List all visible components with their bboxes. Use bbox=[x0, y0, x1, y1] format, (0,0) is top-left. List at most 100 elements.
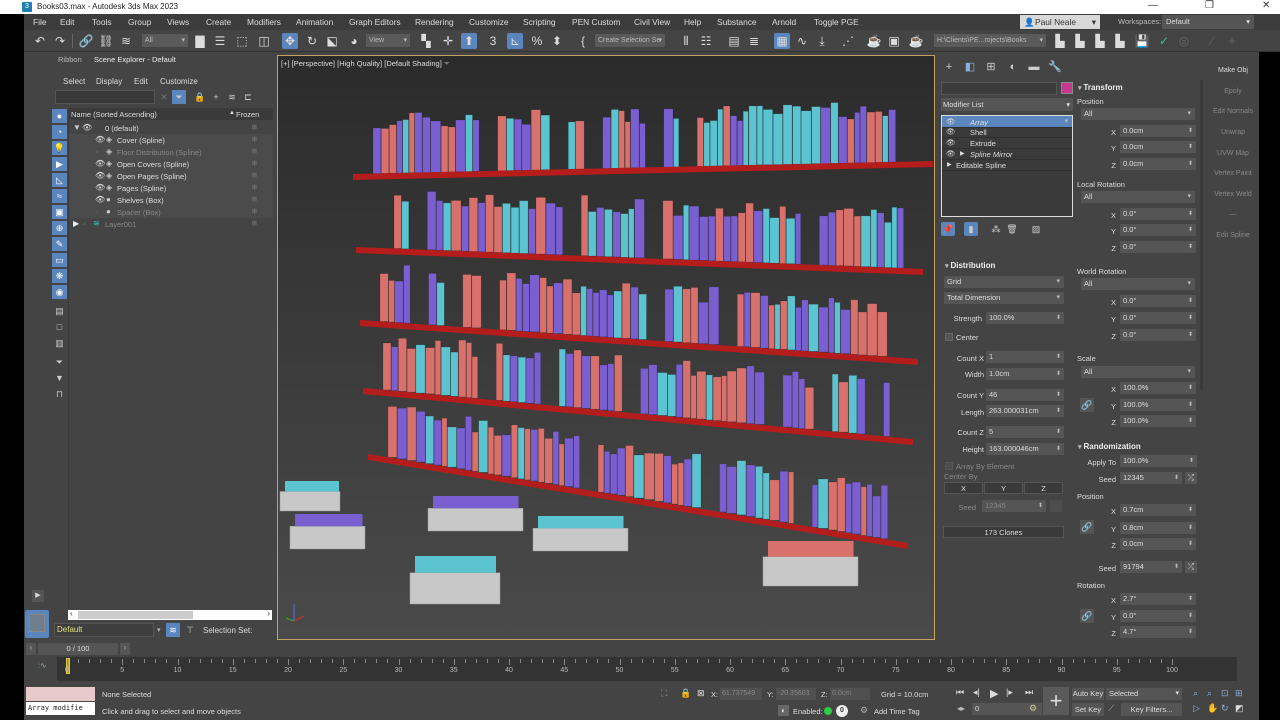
go-to-start-icon[interactable]: ⏮ bbox=[956, 687, 964, 698]
create-tab-icon[interactable]: + bbox=[941, 59, 957, 75]
autobackup-icon[interactable]: 💾 bbox=[1134, 33, 1150, 49]
menu-edit-se[interactable]: Edit bbox=[134, 77, 148, 86]
object-name-field[interactable] bbox=[941, 82, 1057, 95]
width-spinner[interactable]: 1.0cm bbox=[986, 368, 1064, 380]
layers-toggle-icon[interactable]: ≋ bbox=[166, 623, 180, 637]
particles-filter-icon[interactable]: ❋ bbox=[52, 269, 67, 283]
position-mode-dropdown[interactable]: All bbox=[1081, 108, 1195, 120]
transform-rollout-title[interactable]: Transform bbox=[1078, 83, 1122, 92]
menu-modifiers[interactable]: Modifiers bbox=[247, 17, 281, 27]
display-children-icon[interactable]: ▥ bbox=[52, 336, 67, 350]
set-keys-button[interactable]: + bbox=[1043, 687, 1069, 715]
position-x-spinner[interactable]: 0.0cm bbox=[1120, 125, 1196, 137]
scroll-right-icon[interactable]: › bbox=[267, 609, 270, 618]
hidden-eye-icon[interactable]: ● bbox=[95, 147, 100, 156]
dope-sheet-icon[interactable]: ⤓ bbox=[814, 33, 830, 49]
freeze-icon[interactable]: ❄ bbox=[251, 183, 258, 192]
visibility-eye-icon[interactable]: 👁 bbox=[95, 183, 105, 192]
random-position-y-spinner[interactable]: 0.8cm bbox=[1120, 522, 1196, 534]
perspective-viewport[interactable]: [+] [Perspective] [High Quality] [Defaul… bbox=[277, 55, 935, 640]
minimize-button[interactable]: — bbox=[1148, 0, 1158, 11]
layers-icon[interactable]: ≋ bbox=[225, 90, 239, 104]
project-open-icon[interactable]: ▙ bbox=[1072, 33, 1088, 49]
set-key-mode-button[interactable]: Set Key bbox=[1072, 703, 1104, 716]
stack-item-spline-mirror[interactable]: 👁 ▶ Spline Mirror bbox=[942, 149, 1072, 160]
strength-spinner[interactable]: 100.0% bbox=[986, 312, 1064, 324]
configure-modifier-sets-icon[interactable]: ▨ bbox=[1029, 222, 1043, 236]
expand-panel-button[interactable]: ▶ bbox=[32, 590, 44, 602]
selection-lock-icon[interactable]: ✛ bbox=[440, 33, 456, 49]
length-spinner[interactable]: 263.000031cm bbox=[986, 405, 1064, 417]
expand-arrow-icon[interactable]: ▶ bbox=[947, 161, 952, 168]
add-time-tag-button[interactable]: Add Time Tag bbox=[874, 707, 920, 716]
center-by-z-button[interactable]: Z bbox=[1024, 482, 1063, 494]
containers-filter-icon[interactable]: ▭ bbox=[52, 253, 67, 267]
scale-y-spinner[interactable]: 100.0% bbox=[1120, 399, 1196, 411]
schematic-view-icon[interactable]: ⋰ bbox=[840, 33, 856, 49]
horizontal-scrollbar[interactable]: ‹ › bbox=[68, 609, 272, 620]
placement-icon[interactable]: ◕ bbox=[346, 33, 362, 49]
project-structure-icon[interactable]: ▙ bbox=[1112, 33, 1128, 49]
array-by-element-checkbox[interactable] bbox=[945, 462, 953, 470]
bind-space-warp-icon[interactable]: ≋ bbox=[118, 33, 134, 49]
cameras-filter-icon[interactable]: ▶ bbox=[52, 157, 67, 171]
angle-snap-icon[interactable]: ⊾ bbox=[507, 33, 523, 49]
show-end-result-icon[interactable]: ▮ bbox=[964, 222, 978, 236]
layer-explorer-icon[interactable]: ≣ bbox=[746, 33, 762, 49]
field-of-view-icon[interactable]: ▷ bbox=[1193, 703, 1200, 714]
remove-modifier-icon[interactable]: 🗑 bbox=[1005, 222, 1019, 236]
stack-item-shell[interactable]: 👁 Shell bbox=[942, 127, 1072, 138]
menu-civil-view[interactable]: Civil View bbox=[634, 17, 670, 27]
menu-toggle-pge[interactable]: Toggle PGE bbox=[814, 17, 859, 27]
hidden-eye-icon[interactable]: ● bbox=[95, 207, 100, 216]
randomize-position-seed-icon[interactable]: ⤮ bbox=[1185, 561, 1197, 573]
local-rotation-y-spinner[interactable]: 0.0° bbox=[1120, 224, 1196, 236]
select-scale-icon[interactable]: ⬕ bbox=[324, 33, 340, 49]
tree-row[interactable]: ● ● Spacer (Box) ❄ bbox=[69, 206, 273, 218]
pivot-center-icon[interactable]: ▚ bbox=[418, 33, 434, 49]
rendered-frame-window-icon[interactable]: ▣ bbox=[886, 33, 902, 49]
eye-icon[interactable]: 👁 bbox=[946, 149, 956, 158]
visibility-eye-icon[interactable]: 👁 bbox=[95, 195, 105, 204]
scale-mode-dropdown[interactable]: All bbox=[1081, 366, 1195, 378]
quick-vertex-paint[interactable]: Vertex Paint bbox=[1207, 170, 1259, 177]
visibility-eye-icon[interactable]: 👁 bbox=[95, 171, 105, 180]
close-button[interactable]: ✕ bbox=[1262, 0, 1270, 11]
add-icon[interactable]: + bbox=[1224, 33, 1240, 49]
hierarchy-icon[interactable]: ⊏ bbox=[241, 90, 255, 104]
isolate-selection-icon[interactable]: ⛶ bbox=[661, 688, 667, 699]
scroll-left-icon[interactable]: ‹ bbox=[70, 609, 73, 618]
mini-curve-editor-icon[interactable]: ⫶∿ bbox=[38, 661, 47, 671]
invert-display-icon[interactable]: □ bbox=[52, 320, 67, 334]
stack-item-editable-spline[interactable]: ▶ Editable Spline bbox=[942, 160, 1072, 171]
menu-graph-editors[interactable]: Graph Editors bbox=[349, 17, 401, 27]
tree-row[interactable]: 👁 ◈ Open Pages (Spline) ❄ bbox=[69, 170, 273, 182]
expand-arrow-icon[interactable]: ▶ bbox=[960, 150, 965, 157]
unlink-icon[interactable]: ⛓ bbox=[98, 33, 114, 49]
menu-customize-se[interactable]: Customize bbox=[160, 77, 198, 86]
expand-arrow-icon[interactable]: ▶ bbox=[73, 219, 79, 228]
random-position-z-spinner[interactable]: 0.0cm bbox=[1120, 538, 1196, 550]
zoom-extents-icon[interactable]: ⊡ bbox=[1221, 688, 1229, 699]
eye-icon[interactable]: 👁 bbox=[946, 127, 956, 136]
xrefs-filter-icon[interactable]: ⊕ bbox=[52, 221, 67, 235]
dist-seed-spinner[interactable]: 12345 bbox=[982, 500, 1046, 512]
spinner-snap-icon[interactable]: ⬍ bbox=[549, 33, 565, 49]
menu-rendering[interactable]: Rendering bbox=[415, 17, 454, 27]
tab-scene-explorer[interactable]: Scene Explorer - Default bbox=[94, 55, 176, 64]
time-slider[interactable]: 0 / 100 bbox=[38, 643, 118, 655]
display-none-icon[interactable]: ▤ bbox=[52, 304, 67, 318]
lights-filter-icon[interactable]: 💡 bbox=[52, 141, 67, 155]
groups-filter-icon[interactable]: ▣ bbox=[52, 205, 67, 219]
local-rotation-z-spinner[interactable]: 0.0° bbox=[1120, 241, 1196, 253]
selection-lock-toggle-icon[interactable]: 🔒 bbox=[680, 688, 691, 699]
previous-key-icon[interactable]: ◂| bbox=[973, 687, 980, 698]
freeze-icon[interactable]: ❄ bbox=[251, 195, 258, 204]
walk-through-icon[interactable]: ✋ bbox=[1207, 703, 1218, 714]
world-rotation-x-spinner[interactable]: 0.0° bbox=[1120, 295, 1196, 307]
quick-unwrap[interactable]: Unwrap bbox=[1207, 129, 1259, 136]
next-key-icon[interactable]: |▸ bbox=[1006, 687, 1013, 698]
hidden-eye-icon[interactable]: ● bbox=[82, 219, 87, 228]
quick-make-obj[interactable]: Make Obj bbox=[1207, 67, 1259, 74]
selection-filter-dropdown[interactable]: All bbox=[142, 34, 188, 47]
